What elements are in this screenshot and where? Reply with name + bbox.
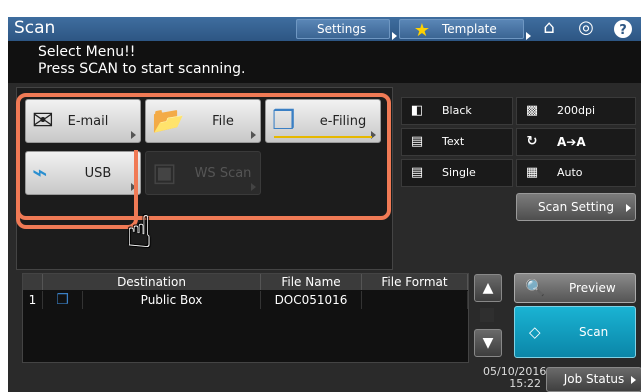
arrow-right-icon [626,204,631,212]
message-line-2: Press SCAN to start scanning. [38,61,246,77]
original-mode-value: Text [442,135,465,148]
rotation-value: A➔A [557,135,586,149]
message-line-1: Select Menu!! [38,44,136,60]
table-header-file-format: File Format [362,274,468,290]
ws-scan-label: WS Scan [194,166,252,181]
size-setting[interactable]: ▦ Auto [516,159,636,187]
scan-setting-label: Scan Setting [538,200,614,214]
color-mode-value: Black [442,104,472,117]
rotate-icon: ↻ [526,134,538,149]
duplex-value: Single [442,166,476,179]
message-area: Select Menu!! Press SCAN to start scanni… [8,41,641,83]
time-text: 15:22 [509,377,541,390]
scan-setting-button[interactable]: Scan Setting [516,193,636,221]
efiling-box-icon: ❒ [43,291,83,309]
row-destination: Public Box [83,291,261,309]
app-title: Scan [14,18,56,38]
home-icon[interactable]: ⌂ [537,17,561,39]
star-icon: ★ [413,20,431,41]
arrow-right-icon [131,183,136,191]
scan-button[interactable]: ◇ Scan [514,306,636,358]
scroll-up-button[interactable]: ▲ [474,274,502,302]
black-white-icon: ◧ [410,103,424,118]
arrow-right-icon [371,131,376,139]
title-bar: Scan Settings ★ Template ⌂ ◎ ? [8,17,641,41]
row-file-name: DOC051016 [261,291,362,309]
settings-label: Settings [317,22,367,36]
usb-button[interactable]: ⌁ USB [25,151,141,195]
rotation-setting[interactable]: ↻ A➔A [516,128,636,156]
original-mode-setting[interactable]: ▤ Text [401,128,513,156]
arrow-right-icon [251,131,256,139]
size-value: Auto [557,166,583,179]
single-side-icon: ▤ [410,165,424,180]
color-mode-setting[interactable]: ◧ Black [401,97,513,125]
document-icon: ▤ [410,134,424,149]
svg-text:?: ? [619,23,627,38]
template-button[interactable]: ★ Template [399,19,531,41]
arrow-right-icon [392,32,397,40]
preview-icon: 🔍 [525,278,545,297]
duplex-setting[interactable]: ▤ Single [401,159,513,187]
scroll-down-button[interactable]: ▼ [474,329,502,357]
arrow-right-icon [131,131,136,139]
arrow-right-icon [526,32,531,40]
template-label: Template [442,22,497,36]
preview-button[interactable]: 🔍 Preview [514,273,636,303]
email-button[interactable]: ✉ E-mail [25,99,141,143]
resolution-value: 200dpi [557,104,596,117]
job-status-button[interactable]: Job Status [546,367,641,392]
scan-screen: Scan Settings ★ Template ⌂ ◎ ? Select Me… [8,17,641,392]
email-label: E-mail [67,114,109,129]
arrow-right-icon [251,183,256,191]
efiling-label: e-Filing [319,114,367,129]
table-header-index [23,274,43,290]
efiling-button[interactable]: ❒ e-Filing [265,99,381,143]
preview-label: Preview [569,281,616,295]
start-diamond-icon: ◇ [529,323,541,341]
arrow-right-icon [631,376,636,384]
row-index: 1 [23,291,43,309]
usb-label: USB [84,166,112,181]
settings-button[interactable]: Settings [296,19,397,40]
table-header-destination: Destination [43,274,261,290]
resolution-setting[interactable]: ▩ 200dpi [516,97,636,125]
pointing-hand-icon: ☝ [126,207,153,258]
table-header-file-name: File Name [261,274,362,290]
job-status-label: Job Status [563,372,625,386]
scan-label: Scan [579,325,609,339]
scrollbar-track[interactable] [480,308,494,322]
row-file-format [362,291,468,309]
auto-size-icon: ▦ [525,165,539,180]
file-label: File [212,114,234,129]
destination-table: Destination File Name File Format 1 ❒ Pu… [22,273,469,363]
resolution-icon: ▩ [525,103,539,118]
date-time: 05/10/2016 15:22 [483,366,546,390]
globe-icon[interactable]: ◎ [574,17,598,39]
file-button[interactable]: 📂 File [145,99,261,143]
ws-scan-button: ▣ WS Scan [145,151,261,195]
